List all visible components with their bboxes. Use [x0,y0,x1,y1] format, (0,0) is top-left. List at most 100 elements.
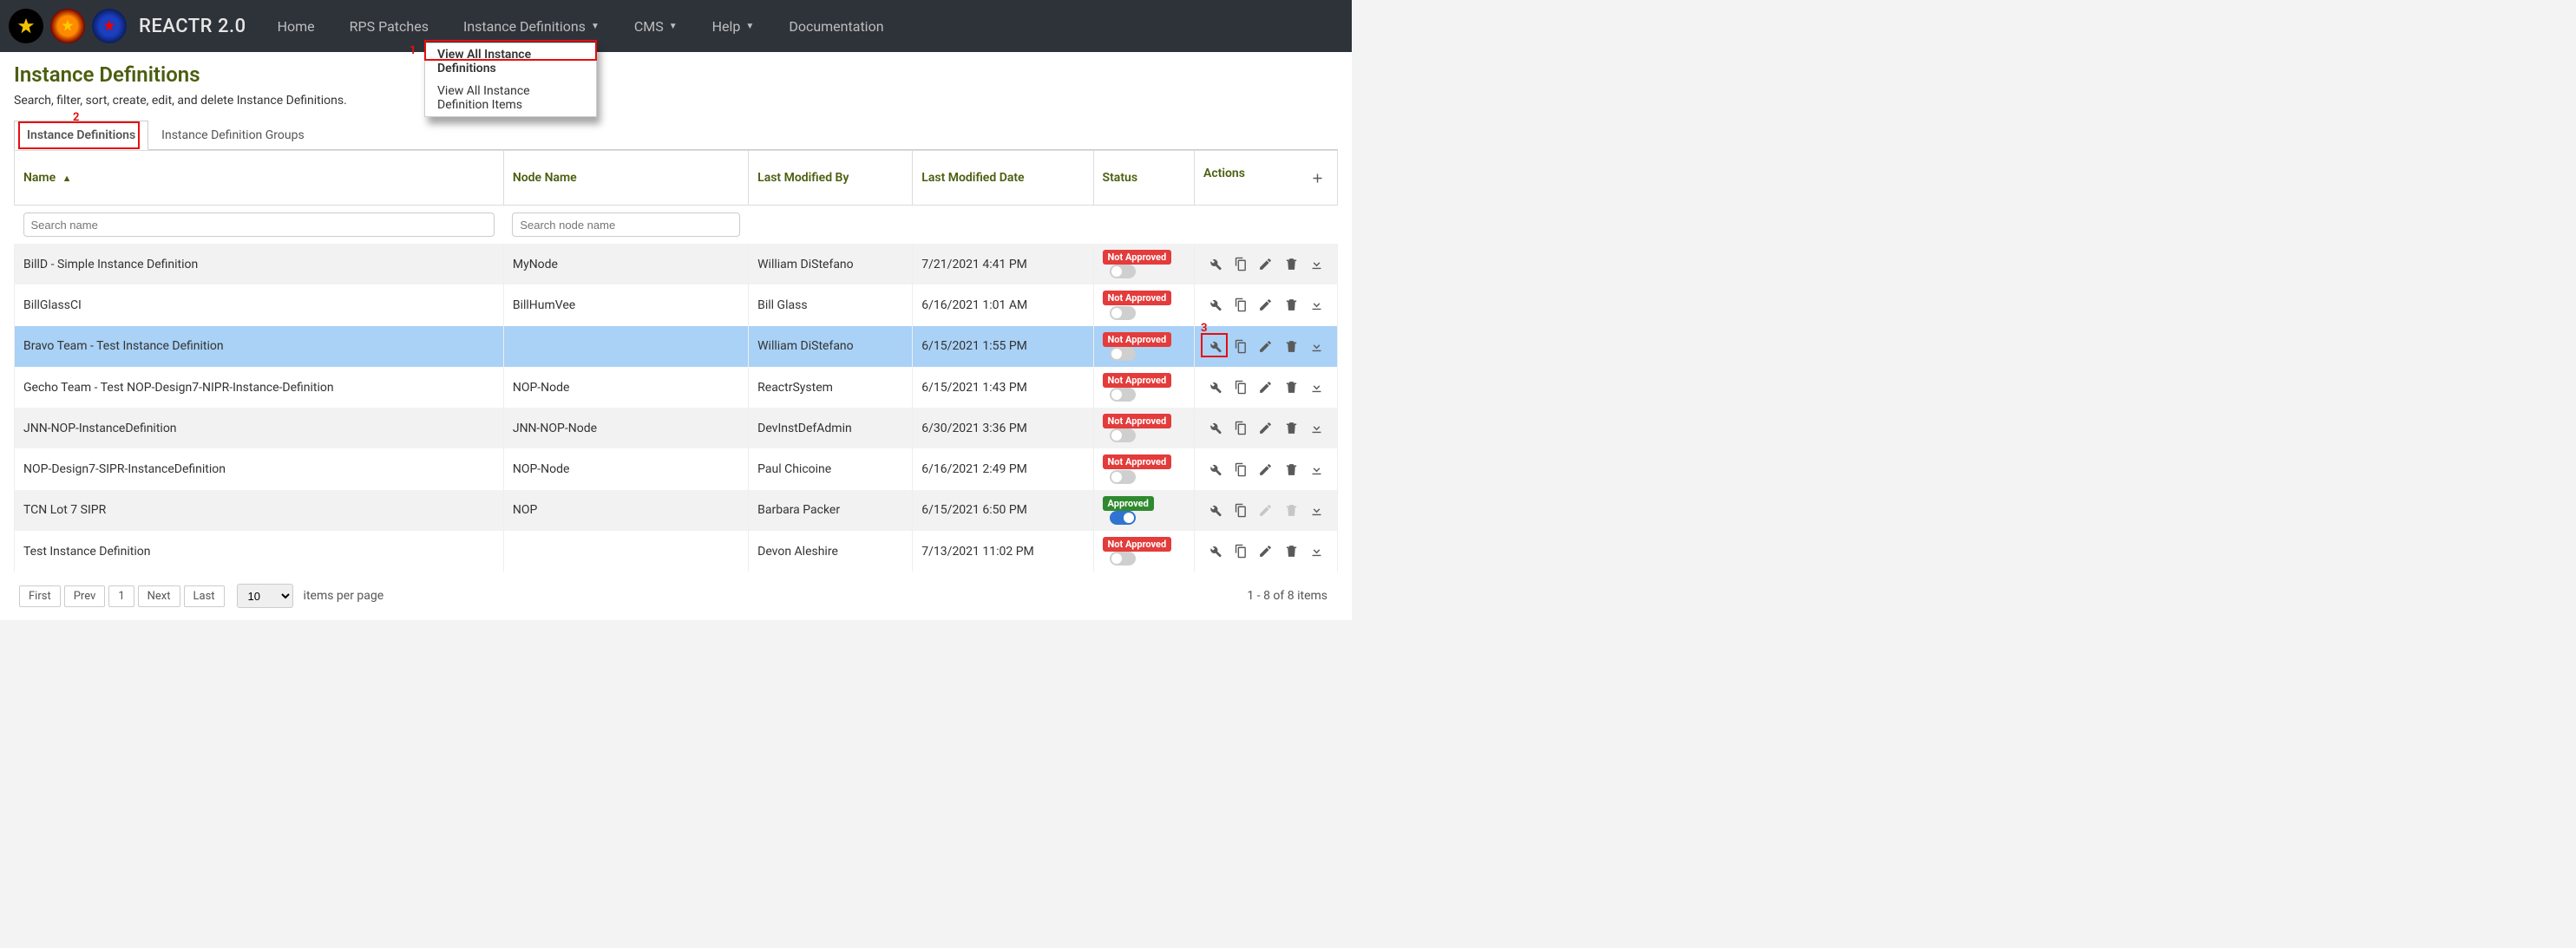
download-icon[interactable] [1306,376,1328,399]
cell-node [503,326,748,367]
table-row[interactable]: JNN-NOP-InstanceDefinitionJNN-NOP-NodeDe… [15,408,1338,448]
table-row[interactable]: Bravo Team - Test Instance DefinitionWil… [15,326,1338,367]
table-row[interactable]: BillD - Simple Instance DefinitionMyNode… [15,244,1338,284]
approve-toggle[interactable] [1110,265,1136,278]
pager-next[interactable]: Next [138,585,180,607]
approve-toggle[interactable] [1110,347,1136,361]
cell-actions [1195,244,1338,284]
col-modified-by[interactable]: Last Modified By [749,151,913,206]
wrench-icon[interactable] [1203,417,1226,440]
table-row[interactable]: BillGlassCIBillHumVeeBill Glass6/16/2021… [15,284,1338,325]
approve-toggle[interactable] [1110,306,1136,320]
approve-toggle[interactable] [1110,470,1136,484]
approve-toggle[interactable] [1110,552,1136,566]
trash-icon[interactable] [1280,458,1302,481]
cell-modified-by: Barbara Packer [749,490,913,531]
edit-icon [1255,499,1277,521]
cell-modified-date: 6/16/2021 2:49 PM [913,448,1093,489]
pager-page[interactable]: 1 [108,585,134,607]
cell-modified-by: Bill Glass [749,284,913,325]
col-node-name[interactable]: Node Name [503,151,748,206]
tab-instance-definition-groups[interactable]: Instance Definition Groups [148,121,318,150]
copy-icon[interactable] [1229,294,1252,317]
status-badge: Not Approved [1103,414,1172,428]
table-row[interactable]: Gecho Team - Test NOP-Design7-NIPR-Insta… [15,367,1338,408]
edit-icon[interactable] [1255,335,1277,357]
nav-help[interactable]: Help ▼ [697,3,770,50]
trash-icon[interactable] [1280,253,1302,276]
cell-modified-by: William DiStefano [749,326,913,367]
edit-icon[interactable] [1255,253,1277,276]
status-badge: Not Approved [1103,250,1172,265]
copy-icon[interactable] [1229,253,1252,276]
cell-actions [1195,490,1338,531]
cell-status: Not Approved [1093,408,1194,448]
nav-help-label: Help [712,18,741,35]
wrench-icon[interactable] [1203,294,1226,317]
dd-view-all-instance-definition-items[interactable]: View All Instance Definition Items [425,80,596,116]
table-row[interactable]: TCN Lot 7 SIPRNOPBarbara Packer6/15/2021… [15,490,1338,531]
cell-node: NOP-Node [503,448,748,489]
download-icon[interactable] [1306,458,1328,481]
copy-icon[interactable] [1229,335,1252,357]
page-size-select[interactable]: 10 [237,584,293,608]
wrench-icon[interactable] [1203,499,1226,521]
edit-icon[interactable] [1255,294,1277,317]
nav-documentation[interactable]: Documentation [773,3,899,50]
trash-icon[interactable] [1280,294,1302,317]
status-badge: Approved [1103,496,1154,511]
cell-modified-date: 7/13/2021 11:02 PM [913,531,1093,572]
add-row-button[interactable] [1306,167,1328,189]
download-icon[interactable] [1306,335,1328,357]
table-row[interactable]: Test Instance DefinitionDevon Aleshire7/… [15,531,1338,572]
cell-actions [1195,326,1338,367]
approve-toggle[interactable] [1110,511,1136,525]
download-icon[interactable] [1306,417,1328,440]
tab-instance-definitions[interactable]: Instance Definitions [14,121,148,150]
copy-icon[interactable] [1229,376,1252,399]
col-name[interactable]: Name ▲ [15,151,504,206]
wrench-icon[interactable] [1203,540,1226,563]
trash-icon[interactable] [1280,540,1302,563]
cell-node [503,531,748,572]
edit-icon[interactable] [1255,540,1277,563]
wrench-icon[interactable] [1203,335,1226,357]
nav-cms[interactable]: CMS ▼ [619,3,693,50]
wrench-icon[interactable] [1203,253,1226,276]
search-node-input[interactable] [512,212,739,237]
cell-status: Not Approved [1093,448,1194,489]
table-row[interactable]: NOP-Design7-SIPR-InstanceDefinitionNOP-N… [15,448,1338,489]
trash-icon[interactable] [1280,376,1302,399]
copy-icon[interactable] [1229,540,1252,563]
edit-icon[interactable] [1255,458,1277,481]
download-icon[interactable] [1306,253,1328,276]
copy-icon[interactable] [1229,417,1252,440]
edit-icon[interactable] [1255,417,1277,440]
pager-last[interactable]: Last [184,585,225,607]
copy-icon[interactable] [1229,499,1252,521]
download-icon[interactable] [1306,499,1328,521]
trash-icon[interactable] [1280,335,1302,357]
cell-actions [1195,284,1338,325]
pager-first[interactable]: First [19,585,61,607]
col-modified-date[interactable]: Last Modified Date [913,151,1093,206]
nav-home[interactable]: Home [262,3,331,50]
col-status[interactable]: Status [1093,151,1194,206]
cell-name: TCN Lot 7 SIPR [15,490,504,531]
cell-modified-by: William DiStefano [749,244,913,284]
copy-icon[interactable] [1229,458,1252,481]
trash-icon[interactable] [1280,417,1302,440]
approve-toggle[interactable] [1110,428,1136,442]
dd-view-all-instance-definitions[interactable]: View All Instance Definitions [425,43,596,80]
chevron-down-icon: ▼ [669,22,678,31]
edit-icon[interactable] [1255,376,1277,399]
approve-toggle[interactable] [1110,388,1136,402]
download-icon[interactable] [1306,294,1328,317]
search-name-input[interactable] [23,212,495,237]
wrench-icon[interactable] [1203,458,1226,481]
wrench-icon[interactable] [1203,376,1226,399]
pager-prev[interactable]: Prev [64,585,106,607]
cell-modified-date: 7/21/2021 4:41 PM [913,244,1093,284]
download-icon[interactable] [1306,540,1328,563]
page-title: Instance Definitions [14,62,1338,87]
